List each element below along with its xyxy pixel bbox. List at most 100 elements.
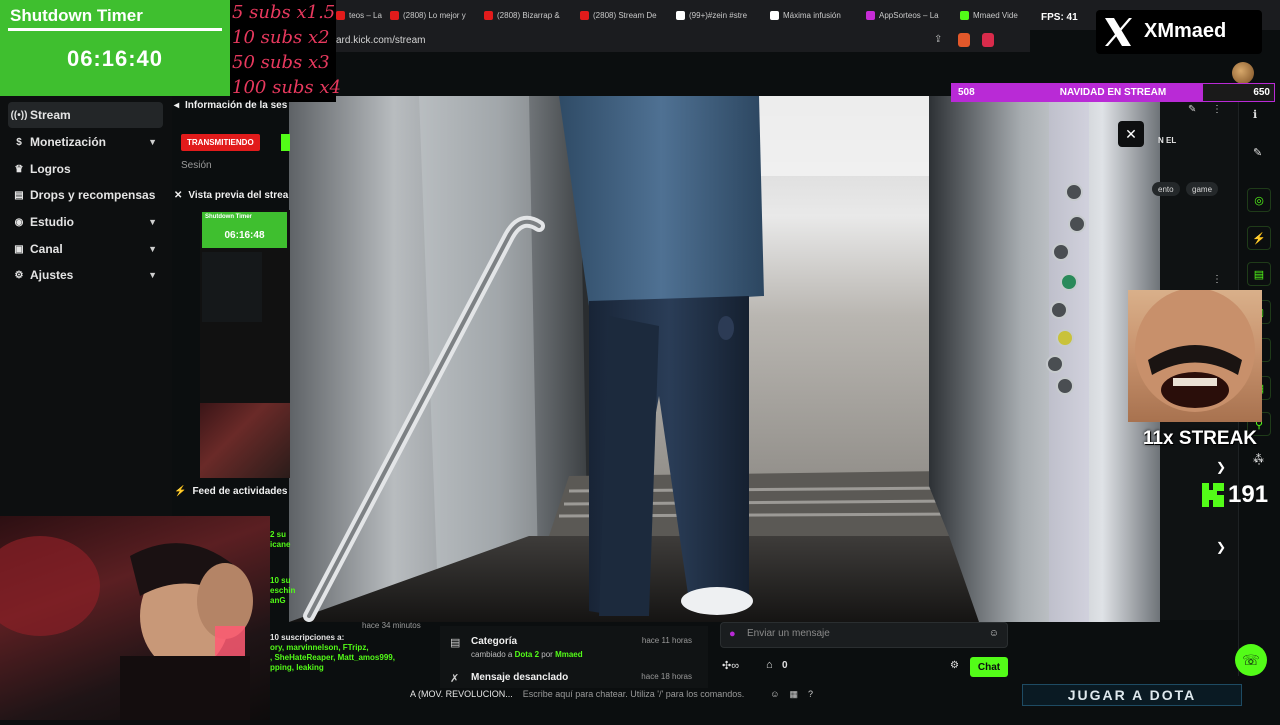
category-user-link[interactable]: Mmaed <box>555 650 583 659</box>
info-icon[interactable]: ℹ <box>1253 108 1257 121</box>
help-icon[interactable]: ? <box>808 689 813 699</box>
chevron-down-icon: ▼ <box>148 217 157 227</box>
tab-favicon-icon <box>866 10 875 20</box>
sidebar: ((•)) Stream $ Monetización ▼ ♛ Logros ▤… <box>0 96 172 516</box>
tag-chip[interactable]: game <box>1186 182 1219 196</box>
trophy-icon: ♛ <box>14 163 24 175</box>
more-icon[interactable]: ⋮ <box>1212 274 1222 285</box>
url-text[interactable]: ard.kick.com/stream <box>336 35 425 46</box>
pencil-icon[interactable]: ✎ <box>1253 146 1262 159</box>
browser-tab[interactable]: Máxima infusión <box>770 6 858 24</box>
browser-tab[interactable]: (2808) Bizarrap & <box>484 6 572 24</box>
brave-rewards-icon[interactable] <box>982 33 994 47</box>
laughing-emote-image <box>1128 288 1262 422</box>
gif-icon[interactable]: ▦ <box>789 689 798 700</box>
sidebar-item-estudio[interactable]: ◉ Estudio ▼ <box>8 209 163 235</box>
browser-tab[interactable]: (2808) Stream De <box>580 6 668 24</box>
mic-icon[interactable]: ● <box>729 628 736 640</box>
headset-support-icon[interactable]: ☏ <box>1235 644 1267 676</box>
tab-favicon-icon <box>770 10 779 20</box>
chat-send-button[interactable]: Chat <box>970 657 1008 677</box>
unpinned-time: hace 18 horas <box>641 672 692 681</box>
chevron-down-icon: ▼ <box>148 137 157 147</box>
tab-label: Máxima infusión <box>783 10 841 20</box>
category-desc: cambiado a Dota 2 por Mmaed <box>471 650 583 659</box>
camera-icon[interactable]: ◎ <box>1247 188 1271 212</box>
brave-shield-icon[interactable] <box>958 33 970 47</box>
broadcast-icon: ((•)) <box>10 109 28 121</box>
subs-tier: 50 subs x3 <box>232 52 330 73</box>
tab-label: (2808) Bizarrap & <box>497 10 560 20</box>
sidebar-item-ajustes[interactable]: ⚙ Ajustes ▼ <box>8 262 163 288</box>
subs-tier: 100 subs x4 <box>232 77 341 98</box>
session-label: Sesión <box>181 160 212 171</box>
tab-label: (2808) Stream De <box>593 10 657 20</box>
edit-icon[interactable]: ✎ <box>1188 104 1196 115</box>
chevron-down-icon: ▼ <box>148 244 157 254</box>
tab-favicon-icon <box>484 10 493 20</box>
feed-timestamp: hace 34 minutos <box>362 621 421 630</box>
tab-label: (99+)#zein #stre <box>689 10 748 20</box>
bottom-chat-placeholder[interactable]: Escribe aquí para chatear. Utiliza '/' p… <box>523 689 745 699</box>
browser-tab[interactable]: (2808) Lo mejor y <box>390 6 478 24</box>
stream-events: ▤ Categoría hace 11 horas cambiado a Dot… <box>440 626 708 688</box>
tab-favicon-icon <box>580 10 589 20</box>
emoji-icon[interactable]: ☺ <box>989 628 999 639</box>
timer-title: Shutdown Timer <box>10 6 143 25</box>
jugar-dota-banner[interactable]: JUGAR A DOTA <box>1022 684 1242 706</box>
sidebar-item-label: Drops y recompensas <box>30 188 156 202</box>
avatar[interactable] <box>1232 62 1254 84</box>
browser-address-bar[interactable]: ard.kick.com/stream ⇪ <box>230 30 1030 52</box>
sidebar-item-drops[interactable]: ▤ Drops y recompensas <box>8 182 163 208</box>
stream-preview[interactable]: Shutdown Timer 06:16:48 <box>200 210 290 478</box>
document-icon[interactable]: ▤ <box>1247 262 1271 286</box>
browser-tab[interactable]: AppSorteos – La <box>866 6 954 24</box>
browser-tab[interactable]: Mmaed Vide <box>960 6 1048 24</box>
smiley-icon[interactable]: ☺ <box>770 689 779 699</box>
tag-chip[interactable]: ento <box>1152 182 1180 196</box>
feed-sub-names: pping, leaking <box>270 663 324 672</box>
expand-icon[interactable]: ✕ <box>174 190 182 201</box>
channel-icon: ▣ <box>14 243 24 255</box>
sidebar-item-canal[interactable]: ▣ Canal ▼ <box>8 236 163 262</box>
chevron-right-icon[interactable]: ❯ <box>1216 460 1226 474</box>
studio-icon: ◉ <box>14 216 24 228</box>
share-nodes-icon[interactable]: ⁘ <box>1254 455 1264 469</box>
tab-favicon-icon <box>676 10 685 20</box>
category-label: Categoría <box>471 636 518 647</box>
sidebar-item-logros[interactable]: ♛ Logros <box>8 156 163 182</box>
feed-line: anG <box>270 596 286 605</box>
streak-label: 11x STREAK <box>1142 428 1258 449</box>
preview-sidebar <box>202 252 262 322</box>
activity-feed-list: 2 su icane 10 su eschin anG <box>270 530 442 606</box>
preview-webcam <box>200 403 290 478</box>
sidebar-item-label: Canal <box>30 242 63 256</box>
chat-input[interactable] <box>747 628 977 639</box>
share-icon[interactable]: ⇪ <box>934 34 942 45</box>
shutdown-timer: Shutdown Timer 06:16:40 <box>0 0 230 96</box>
goal-progress-bar: 508 NAVIDAD EN STREAM 650 <box>951 83 1275 102</box>
browser-tab[interactable]: (99+)#zein #stre <box>676 6 764 24</box>
lightning-icon[interactable]: ⚡ <box>1247 226 1271 250</box>
lightning-icon: ⚡ <box>174 486 187 497</box>
more-icon[interactable]: ⋮ <box>1212 104 1222 115</box>
webcam-feed <box>0 516 270 720</box>
subs-multiplier-list: 5 subs x1.5 10 subs x2 50 subs x3 100 su… <box>230 0 341 102</box>
sidebar-item-stream[interactable]: ((•)) Stream <box>8 102 163 128</box>
store-icon[interactable]: ⌂ <box>766 659 773 671</box>
points-icon[interactable]: ✣∞ <box>722 659 739 672</box>
category-game-link[interactable]: Dota 2 <box>515 650 539 659</box>
chat-settings-icon[interactable]: ⚙ <box>950 660 959 671</box>
points-count: 0 <box>782 660 788 671</box>
chat-input-box[interactable]: ● ☺ <box>720 622 1008 648</box>
tab-favicon-icon <box>390 10 399 20</box>
unpinned-label: Mensaje desanclado <box>471 672 569 683</box>
close-icon[interactable]: ✕ <box>1118 121 1144 147</box>
chevron-right-icon[interactable]: ❯ <box>1216 540 1226 554</box>
sidebar-item-monetizacion[interactable]: $ Monetización ▼ <box>8 129 163 155</box>
subs-tier: 10 subs x2 <box>232 27 330 48</box>
chevron-down-icon: ▼ <box>148 270 157 280</box>
right-panel-heading: N EL <box>1158 136 1177 145</box>
session-info-heading: ◂ Información de la ses <box>174 100 290 120</box>
x-logo-icon <box>1105 18 1132 46</box>
